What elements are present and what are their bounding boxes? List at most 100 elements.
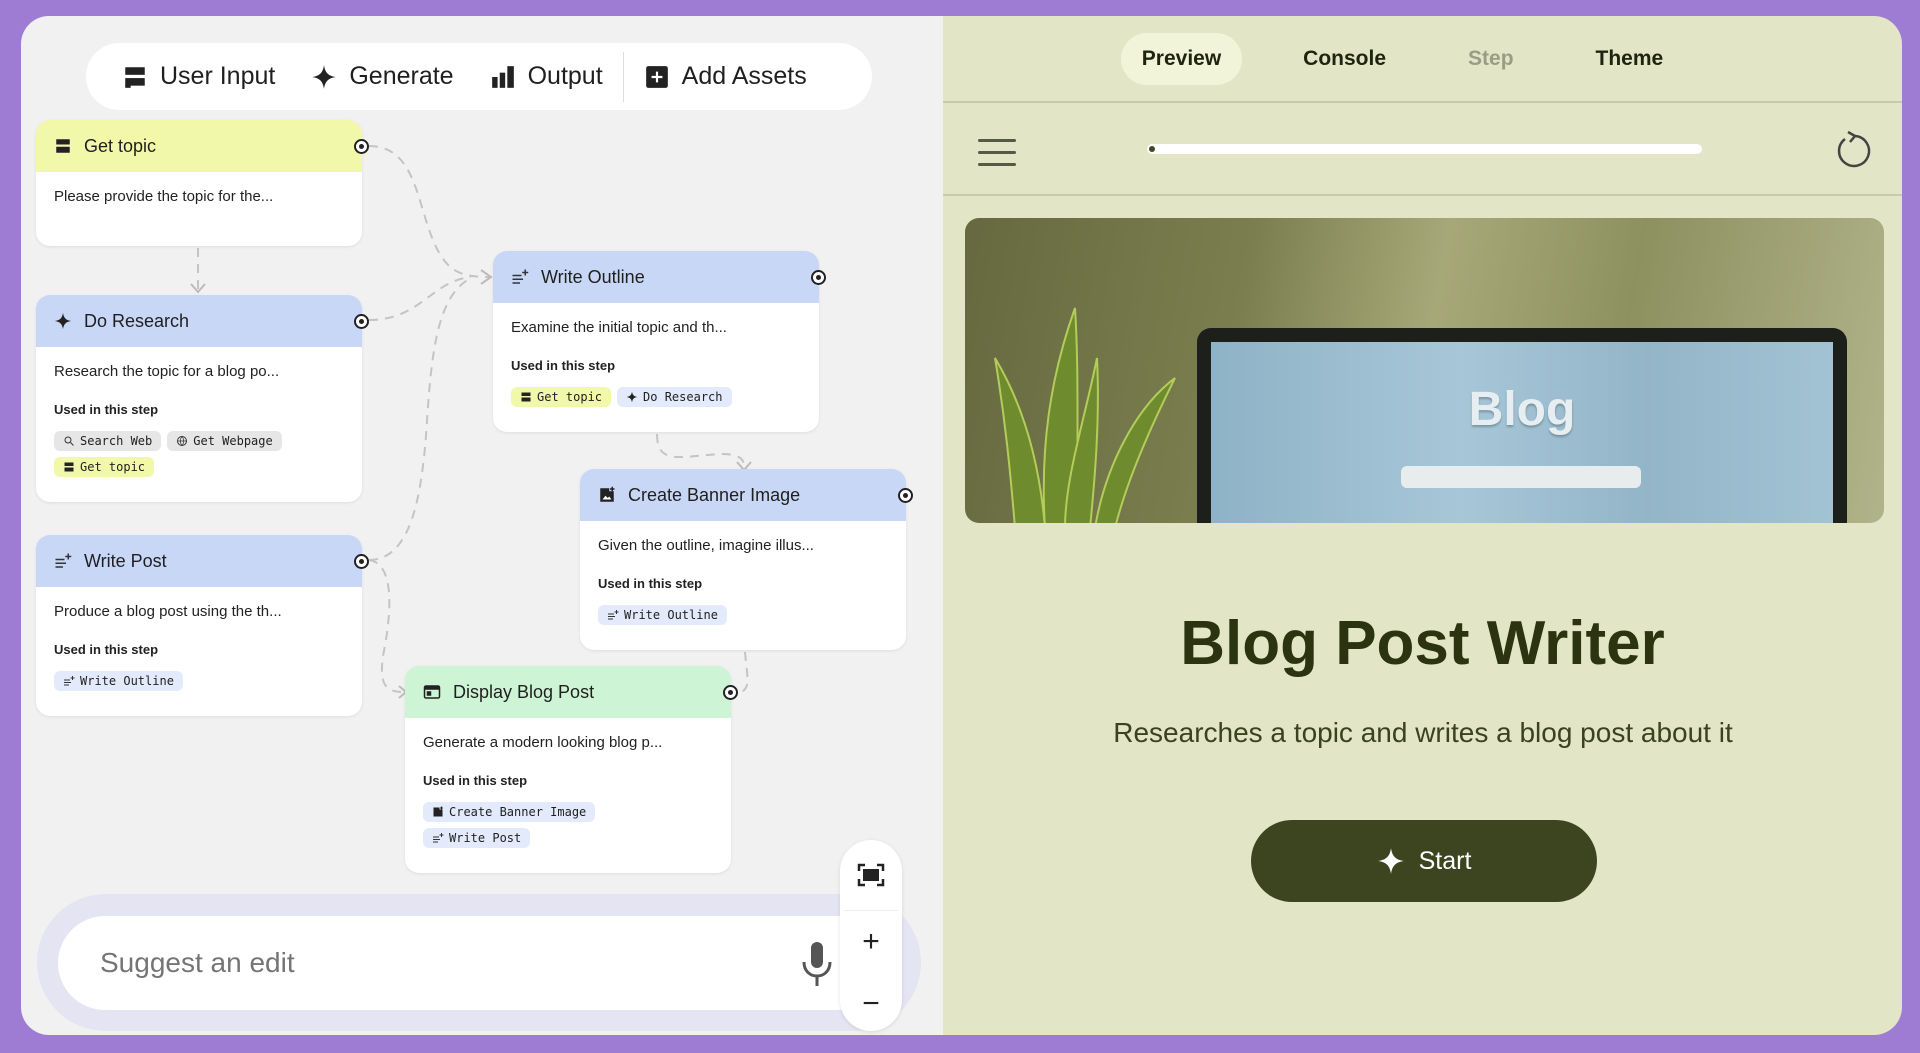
node-header: Do Research [36, 295, 369, 347]
progress-indicator [1149, 146, 1155, 152]
preview-controls [943, 105, 1902, 196]
edge-banner-to-display [740, 651, 749, 693]
used-label: Used in this step [423, 773, 528, 788]
output-handle[interactable] [898, 488, 913, 503]
used-label: Used in this step [54, 642, 159, 657]
fit-screen-icon [857, 863, 885, 887]
app-title: Blog Post Writer [1180, 609, 1665, 678]
text-generate-icon [512, 269, 529, 284]
used-label: Used in this step [598, 576, 703, 591]
node-header: Create Banner Image [580, 469, 913, 521]
tab-step[interactable]: Step [1447, 33, 1535, 85]
node-description: Generate a modern looking blog p... [423, 734, 663, 751]
user-input-icon [125, 66, 145, 88]
preview-panel: Preview Console Step Theme Blog Blog Pos… [943, 16, 1902, 1035]
node-header: Display Blog Post [405, 666, 738, 718]
step-toolbar: User Input Generate Output Add Assets [86, 43, 872, 110]
web-display-icon [423, 685, 441, 699]
node-description: Produce a blog post using the th... [54, 603, 282, 620]
zoom-controls: + − [840, 840, 902, 1031]
node-do-research[interactable]: Do Research Research the topic for a blo… [36, 295, 369, 502]
node-description: Research the topic for a blog po... [54, 363, 280, 380]
text-generate-icon [608, 610, 619, 620]
preview-tabs: Preview Console Step Theme [943, 16, 1902, 103]
start-button[interactable]: Start [1251, 820, 1597, 902]
chip-write-post[interactable]: Write Post [423, 828, 531, 848]
edge-write-post-to-write-outline [368, 277, 472, 561]
globe-icon [177, 436, 188, 446]
editor-canvas[interactable]: User Input Generate Output Add Assets Ge… [21, 16, 943, 1035]
image-generate-icon [600, 486, 615, 502]
node-title: Display Blog Post [453, 681, 595, 702]
chip-do-research[interactable]: Do Research [617, 387, 732, 407]
toolbar-divider [622, 51, 624, 102]
node-title: Do Research [84, 310, 190, 331]
chip-get-topic[interactable]: Get topic [511, 387, 612, 407]
microphone-icon[interactable] [800, 940, 834, 988]
tab-preview[interactable]: Preview [1120, 32, 1243, 85]
laptop-illustration: Blog [1197, 328, 1847, 523]
plant-illustration [994, 307, 1176, 523]
text-generate-icon [433, 833, 444, 843]
suggest-edit-input[interactable] [100, 947, 700, 979]
output-handle[interactable] [811, 270, 826, 285]
arrow-icon [190, 283, 206, 294]
used-label: Used in this step [54, 402, 159, 417]
refresh-icon[interactable] [1831, 129, 1873, 173]
user-input-icon [521, 392, 531, 402]
arrow-icon [480, 269, 493, 285]
used-label: Used in this step [511, 358, 616, 373]
image-text: Blog [1468, 383, 1576, 436]
edge-do-research-to-write-outline [368, 276, 472, 321]
tab-theme[interactable]: Theme [1575, 33, 1685, 85]
banner-image: Blog [965, 218, 1884, 523]
sparkle-icon [312, 64, 337, 89]
node-description: Examine the initial topic and th... [511, 319, 727, 336]
search-icon [64, 436, 74, 446]
add-assets-button[interactable]: Add Assets [644, 62, 807, 91]
node-display-blog-post[interactable]: Display Blog Post Generate a modern look… [405, 666, 738, 873]
text-generate-icon [55, 553, 72, 568]
output-handle[interactable] [354, 139, 369, 154]
node-write-post[interactable]: Write Post Produce a blog post using the… [36, 535, 369, 716]
edge-write-post-to-display [368, 559, 406, 693]
node-description: Given the outline, imagine illus... [598, 537, 814, 554]
node-title: Get topic [84, 135, 157, 156]
chip-create-banner-image[interactable]: Create Banner Image [423, 802, 596, 822]
run-progress-bar [1147, 144, 1702, 154]
output-handle[interactable] [354, 554, 369, 569]
zoom-in-button[interactable]: + [840, 911, 902, 973]
node-title: Create Banner Image [628, 484, 801, 505]
node-create-banner-image[interactable]: Create Banner Image Given the outline, i… [580, 469, 913, 650]
image-search-bar [1401, 466, 1641, 488]
chip-get-topic[interactable]: Get topic [54, 457, 155, 477]
edge-get-topic-to-write-outline [368, 145, 490, 278]
chip-write-outline[interactable]: Write Outline [598, 605, 727, 625]
node-title: Write Outline [541, 266, 645, 287]
suggest-edit-bar [37, 894, 921, 1031]
node-header: Write Post [36, 535, 369, 587]
text-generate-icon [64, 676, 75, 686]
app-description: Researches a topic and writes a blog pos… [1113, 717, 1733, 748]
output-button[interactable]: Output [490, 62, 603, 91]
sparkle-icon [54, 312, 72, 330]
zoom-out-button[interactable]: − [840, 973, 902, 1035]
node-get-topic[interactable]: Get topic Please provide the topic for t… [36, 120, 369, 246]
node-header: Write Outline [493, 251, 826, 303]
node-title: Write Post [84, 550, 167, 571]
node-write-outline[interactable]: Write Outline Examine the initial topic … [493, 251, 826, 432]
generate-button[interactable]: Generate [311, 62, 454, 91]
fit-view-button[interactable] [840, 840, 902, 910]
tab-console[interactable]: Console [1282, 33, 1407, 85]
user-input-icon [56, 139, 70, 153]
user-input-button[interactable]: User Input [122, 62, 275, 91]
sparkle-icon [626, 391, 638, 403]
output-handle[interactable] [723, 685, 738, 700]
chip-get-webpage[interactable]: Get Webpage [167, 431, 282, 451]
image-generate-icon [433, 806, 443, 817]
sparkle-icon [1377, 848, 1404, 874]
menu-icon[interactable] [978, 139, 1016, 175]
chip-search-web[interactable]: Search Web [54, 431, 162, 451]
output-handle[interactable] [354, 314, 369, 329]
chip-write-outline[interactable]: Write Outline [54, 671, 183, 691]
